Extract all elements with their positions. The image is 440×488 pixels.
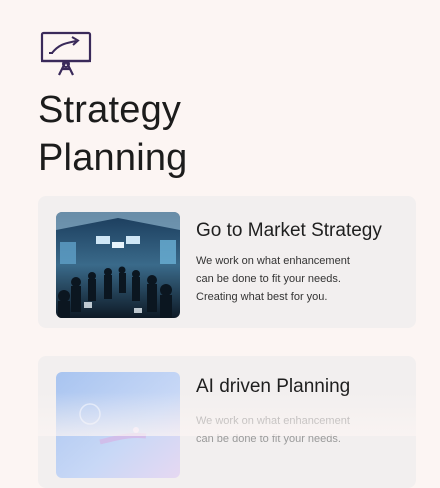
card-description: We work on what enhancement can be done … [196,412,386,448]
card-title: Go to Market Strategy [196,220,382,241]
card-description-line: can be done to fit your needs. [196,433,341,445]
conference-crowd-image [56,212,180,318]
card-title: AI driven Planning [196,376,351,397]
card-description-line: can be done to fit your needs. [196,273,341,285]
ai-robot-hand-image [56,372,180,478]
title-line-1: Strategy [38,89,182,131]
service-card-ai-planning[interactable]: AI driven Planning We work on what enhan… [38,356,416,488]
service-card-go-to-market[interactable]: Go to Market Strategy We work on what en… [38,196,416,328]
card-description-line: We work on what enhancement [196,415,350,427]
card-description: We work on what enhancement can be done … [196,252,386,306]
card-description-line: We work on what enhancement [196,255,350,267]
page-title: Strategy Planning [38,86,188,182]
card-description-line: Creating what best for you. [196,291,328,303]
title-line-2: Planning [38,137,188,179]
presentation-board-icon [40,31,92,77]
